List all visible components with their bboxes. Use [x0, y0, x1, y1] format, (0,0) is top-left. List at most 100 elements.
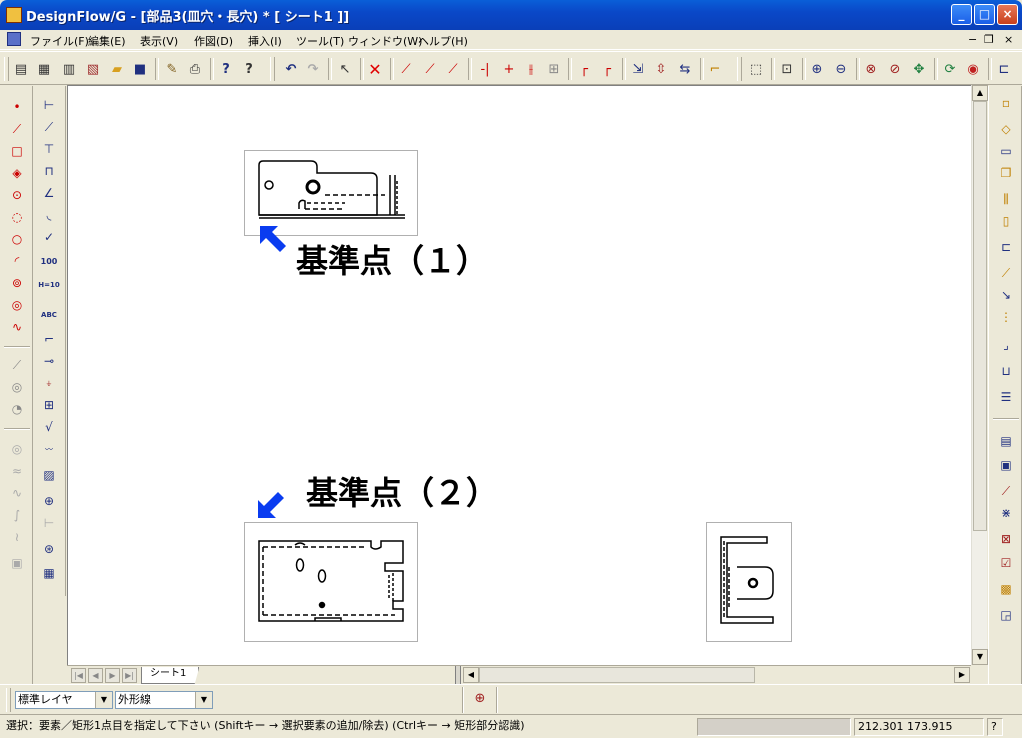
menu-window[interactable]: ウィンドウ(W) [348, 33, 422, 49]
measure-icon[interactable]: ▣ [997, 456, 1015, 474]
menu-insert[interactable]: 挿入(I) [248, 33, 282, 49]
snap-target-icon[interactable]: ⊕ [472, 691, 488, 707]
weld-icon[interactable]: ⍖ [40, 374, 58, 392]
disabled-tool3-icon[interactable]: ∿ [8, 484, 26, 502]
polygon-icon[interactable]: ◈ [8, 164, 26, 182]
toolbar-grip[interactable] [6, 688, 11, 712]
menu-draw[interactable]: 作図(D) [194, 33, 233, 49]
point-icon[interactable]: • [8, 98, 26, 116]
arc2-icon[interactable]: ◜ [8, 252, 26, 270]
line-tool3-icon[interactable]: ⟋ [444, 60, 462, 78]
ellipse-icon[interactable]: ⊚ [8, 274, 26, 292]
scroll-left-button[interactable]: ◀ [463, 667, 479, 683]
mdi-restore-button[interactable]: ❐ [984, 33, 994, 46]
dimension-icon[interactable]: ⇲ [629, 60, 647, 78]
snap-point-icon[interactable]: ▫ [997, 94, 1015, 112]
dimension2-icon[interactable]: ⇳ [652, 60, 670, 78]
toolbar-grip[interactable] [737, 57, 742, 81]
spline-icon[interactable]: ∿ [8, 318, 26, 336]
cross-icon[interactable]: + [500, 60, 518, 78]
parallel-icon[interactable]: ⫲ [522, 60, 540, 78]
vertical-scrollbar[interactable]: ▲ ▼ [971, 85, 988, 665]
menu-view[interactable]: 表示(V) [140, 33, 178, 49]
circle-icon[interactable]: ○ [8, 230, 26, 248]
layer-select[interactable]: 標準レイヤ ▼ [15, 691, 113, 709]
copy-icon[interactable]: ❐ [997, 164, 1015, 182]
toolbar-grip[interactable] [4, 57, 9, 81]
hatch-icon[interactable]: ▨ [40, 466, 58, 484]
balloon-icon[interactable]: ⌐ [40, 330, 58, 348]
leader-icon[interactable]: ✓ [40, 228, 58, 246]
disabled-dim-icon[interactable]: ⊢ [40, 514, 58, 532]
disabled-tool1-icon[interactable]: ◎ [8, 440, 26, 458]
break-icon[interactable]: ⋮ [997, 308, 1015, 326]
h10-icon[interactable]: H=10 [38, 276, 59, 294]
scroll-right-button[interactable]: ▶ [954, 667, 970, 683]
new-part-icon[interactable]: ▥ [60, 60, 78, 78]
baseline-dim-icon[interactable]: ⊓ [40, 162, 58, 180]
frame-icon[interactable]: ▭ [997, 142, 1015, 160]
3d-view-icon[interactable]: ⬚ [747, 60, 765, 78]
disabled-tool5-icon[interactable]: ≀ [8, 528, 26, 546]
construction-circle-icon[interactable]: ◎ [8, 378, 26, 396]
chamfer-icon[interactable]: ⊔ [997, 362, 1015, 380]
radius-dim-icon[interactable]: ◟ [40, 206, 58, 224]
verify-icon[interactable]: ☑ [997, 554, 1015, 572]
array-icon[interactable]: ⊏ [997, 238, 1015, 256]
trim-icon[interactable]: ⟋ [997, 264, 1015, 282]
save-icon[interactable]: ■ [131, 60, 149, 78]
zoom-out-icon[interactable]: ⊖ [832, 60, 850, 78]
menu-tools[interactable]: ツール(T) [296, 33, 344, 49]
abc-text-icon[interactable]: ABC [40, 306, 58, 324]
zoom-window-icon[interactable]: ⊗ [862, 60, 880, 78]
disabled-tool2-icon[interactable]: ≈ [8, 462, 26, 480]
last-sheet-button[interactable]: ▶| [122, 668, 137, 683]
mdi-minimize-button[interactable]: − [968, 33, 977, 46]
align-icon[interactable]: ☰ [997, 388, 1015, 406]
maximize-button[interactable]: □ [974, 4, 995, 25]
redo-icon[interactable]: ↷ [304, 60, 322, 78]
line-icon[interactable]: ⟋ [8, 120, 26, 138]
angle-dim-icon[interactable]: ∠ [40, 184, 58, 202]
measure-distance-icon[interactable]: ⟋ [997, 482, 1015, 500]
datum-icon[interactable]: ⊸ [40, 352, 58, 370]
step-icon[interactable]: ⌐ [706, 60, 724, 78]
ellipse-arc-icon[interactable]: ◎ [8, 296, 26, 314]
check-icon[interactable]: ⊠ [997, 530, 1015, 548]
part-view-3[interactable] [706, 522, 792, 642]
corner-icon[interactable]: ┌ [575, 60, 593, 78]
zoom-previous-icon[interactable]: ⊘ [886, 60, 904, 78]
disabled-tool6-icon[interactable]: ▣ [8, 554, 26, 572]
pan-icon[interactable]: ✥ [910, 60, 928, 78]
new-sheet-icon[interactable]: ▧ [84, 60, 102, 78]
measure-angle-icon[interactable]: ⋇ [997, 504, 1015, 522]
part-view-2[interactable] [244, 522, 418, 642]
dimension3-icon[interactable]: ⇆ [676, 60, 694, 78]
grid-snap-icon[interactable]: ⊞ [545, 60, 563, 78]
symbol-icon[interactable]: ⊛ [40, 540, 58, 558]
document-icon[interactable] [7, 32, 21, 46]
vertical-scroll-thumb[interactable] [973, 101, 987, 531]
context-help-icon[interactable]: ? [217, 60, 235, 78]
toolbar-grip[interactable] [270, 57, 275, 81]
chevron-down-icon[interactable]: ▼ [195, 692, 212, 708]
help-icon[interactable]: ? [240, 60, 258, 78]
scroll-down-button[interactable]: ▼ [972, 649, 988, 665]
export-icon[interactable]: ◲ [997, 606, 1015, 624]
aligned-dim-icon[interactable]: ⟋ [40, 118, 58, 136]
line-tool2-icon[interactable]: ⟋ [421, 60, 439, 78]
rotate-icon[interactable]: ◇ [997, 120, 1015, 138]
wave-line-icon[interactable]: 〰 [40, 440, 58, 458]
close-button[interactable]: × [997, 4, 1018, 25]
construction-arc-icon[interactable]: ◔ [8, 400, 26, 418]
construction-line-icon[interactable]: ⟋ [8, 356, 26, 374]
fit-view-icon[interactable]: ⊡ [778, 60, 796, 78]
arc-icon[interactable]: ◌ [8, 208, 26, 226]
center-mark-icon[interactable]: ⊕ [40, 492, 58, 510]
previous-sheet-button[interactable]: ◀ [88, 668, 103, 683]
properties-icon[interactable]: ✎ [163, 60, 181, 78]
tab-splitter[interactable] [455, 666, 461, 684]
corner2-icon[interactable]: ┌ [598, 60, 616, 78]
locate-icon[interactable]: ◉ [964, 60, 982, 78]
image-icon[interactable]: ▩ [997, 580, 1015, 598]
